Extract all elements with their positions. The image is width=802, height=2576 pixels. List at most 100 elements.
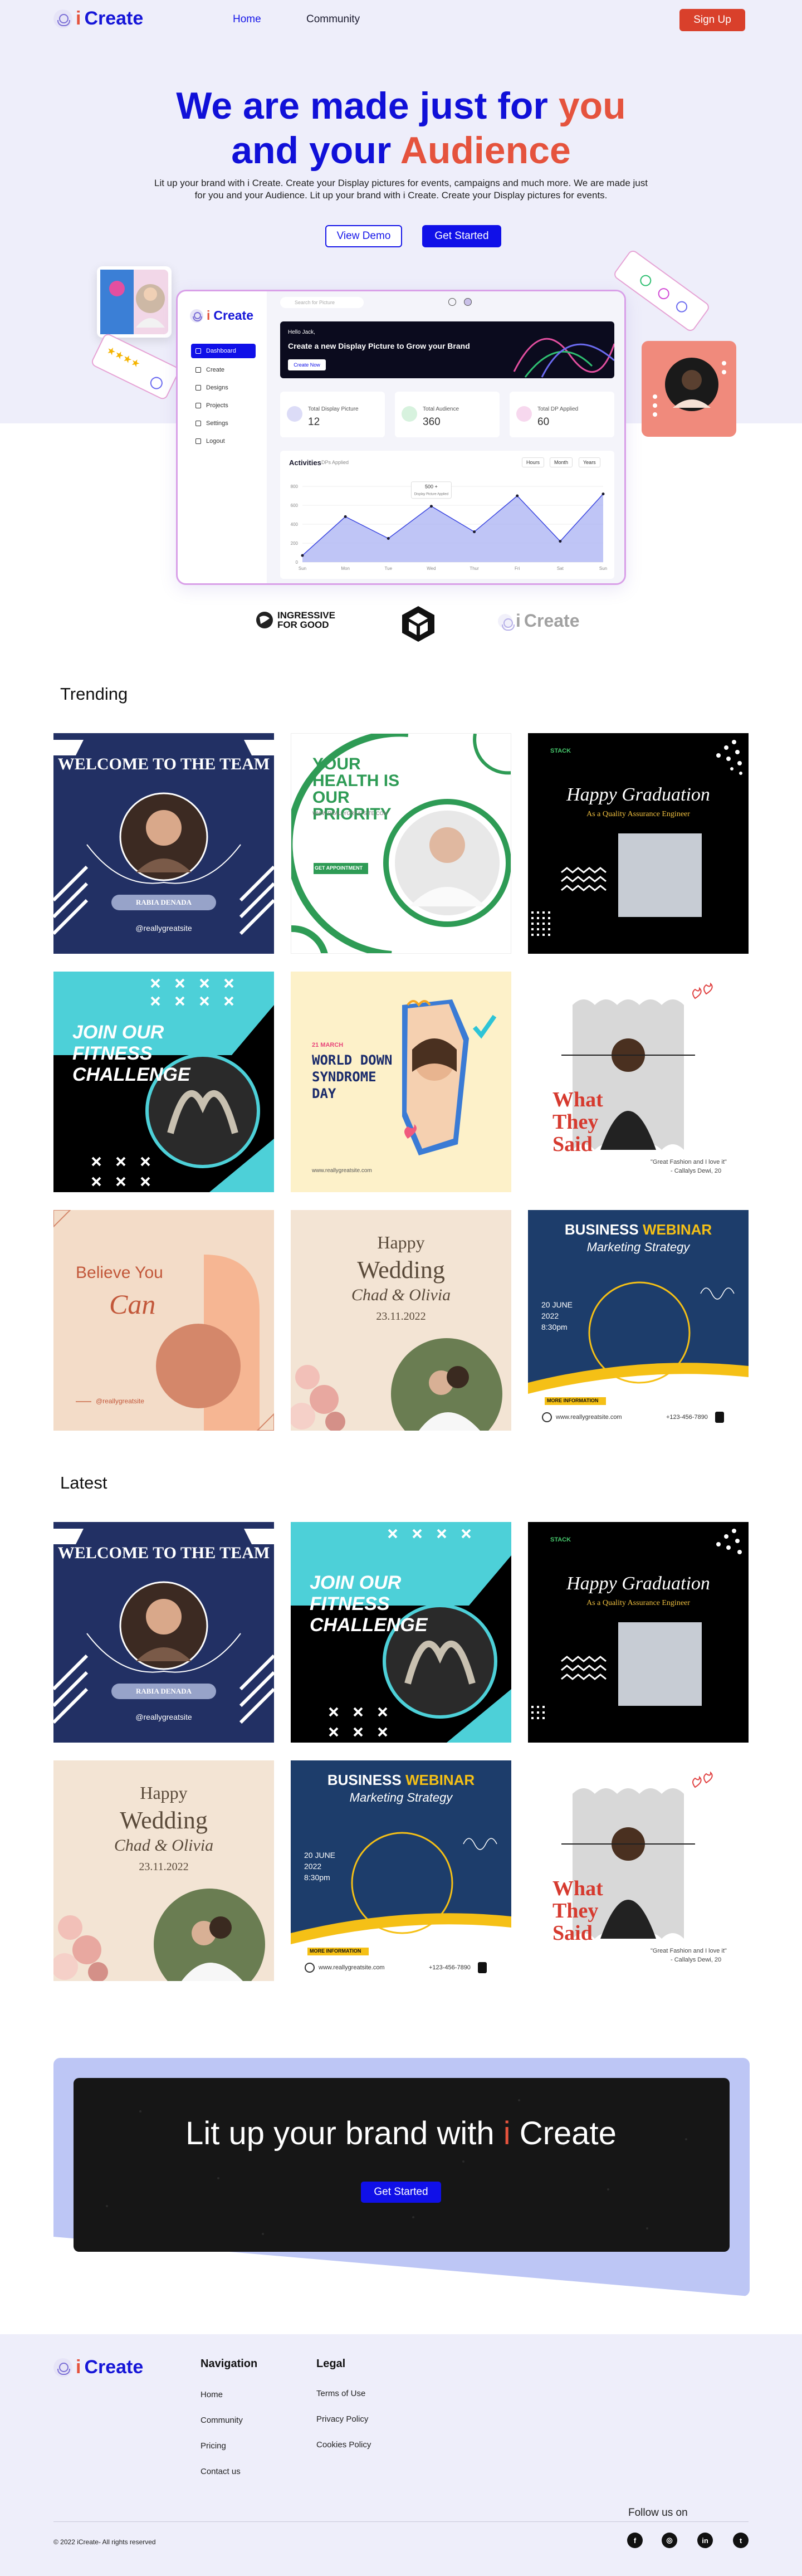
- logo-i: i: [76, 8, 81, 29]
- sidebar-item-settings[interactable]: Settings: [191, 416, 256, 431]
- template-down-syndrome[interactable]: 21 MARCH WORLD DOWN SYNDROME DAY www.rea…: [291, 972, 511, 1192]
- believe-handle: @reallygreatsite: [96, 1397, 144, 1405]
- chart-subtitle: DPs Applied: [321, 460, 349, 465]
- template-wedding[interactable]: Happy Wedding Chad & Olivia 23.11.2022: [291, 1210, 511, 1431]
- y-tick-label: 600: [291, 503, 299, 508]
- chart-point: [473, 530, 476, 534]
- webinar-phone: +123-456-7890: [666, 1414, 708, 1421]
- logo-i: i: [516, 611, 521, 631]
- webinar-more: MORE INFORMATION: [547, 1398, 599, 1403]
- brand-logo[interactable]: i Create: [53, 8, 143, 30]
- footer-link-privacy[interactable]: Privacy Policy: [316, 2414, 368, 2424]
- welcome-name: RABIA DENADA: [135, 1687, 192, 1695]
- dashboard-sidebar: i Create Dashboard Create Designs Projec…: [178, 291, 267, 583]
- graduation-subtitle: As a Quality Assurance Engineer: [586, 1599, 690, 1607]
- template-health[interactable]: YOUR HEALTH IS OUR PRIORITY WWW.REALLYGR…: [291, 733, 511, 954]
- chart-point: [344, 515, 347, 518]
- template-testimonial[interactable]: What They Said "Great Fashion and I love…: [528, 972, 749, 1192]
- chart-point: [516, 494, 519, 497]
- sidebar-item-projects[interactable]: Projects: [191, 398, 256, 413]
- cta-title-part: Create: [519, 2115, 617, 2151]
- hero-title-accent: you: [558, 85, 626, 127]
- chart-point: [387, 537, 390, 540]
- notification-icon[interactable]: [448, 298, 456, 306]
- template-graduation[interactable]: STACK Happy Graduation As a Quality Assu…: [528, 733, 749, 954]
- photo-collage-graphic: [100, 270, 168, 334]
- stat-label: Total Display Picture: [308, 406, 359, 412]
- footer-divider: [53, 2521, 749, 2522]
- testimonial-author: - Callalys Dewi, 20: [671, 1168, 722, 1174]
- footer-link-home[interactable]: Home: [200, 2390, 223, 2399]
- webinar-subtitle: Marketing Strategy: [586, 1240, 690, 1254]
- webinar-url: www.reallygreatsite.com: [319, 1964, 385, 1971]
- trending-title: Trending: [60, 684, 128, 704]
- facebook-icon[interactable]: f: [627, 2533, 643, 2548]
- cta-title-part: Lit up your brand with: [185, 2115, 495, 2151]
- welcome-title: WELCOME TO THE TEAM: [57, 1544, 270, 1562]
- footer-link-pricing[interactable]: Pricing: [200, 2441, 226, 2451]
- tab-years[interactable]: Years: [579, 457, 600, 467]
- footer-logo[interactable]: i Create: [53, 2357, 143, 2378]
- picture-icon: [287, 406, 302, 422]
- dashboard-icon: [195, 348, 201, 354]
- dashboard-search-input[interactable]: Search for Picture: [280, 297, 364, 308]
- latest-title: Latest: [60, 1473, 107, 1492]
- partner-icreate: i Create: [498, 611, 580, 631]
- tooltip-value: 500 +: [425, 484, 438, 490]
- believe-title: Believe You: [76, 1263, 163, 1282]
- logout-icon: [195, 438, 201, 444]
- webinar-phone: +123-456-7890: [429, 1964, 471, 1971]
- template-testimonial[interactable]: What They Said "Great Fashion and I love…: [528, 1760, 749, 1981]
- footer-link-cookies[interactable]: Cookies Policy: [316, 2440, 371, 2450]
- tab-hours[interactable]: Hours: [522, 457, 545, 467]
- instagram-icon[interactable]: ◎: [662, 2533, 677, 2548]
- twitter-icon[interactable]: t: [733, 2533, 749, 2548]
- linkedin-icon[interactable]: in: [697, 2533, 713, 2548]
- x-tick-label: Sun: [599, 566, 607, 571]
- hero-title: We are made just for you and your Audien…: [0, 84, 802, 173]
- cta-panel: [74, 2078, 730, 2252]
- chart-point: [602, 492, 605, 496]
- sidebar-item-dashboard[interactable]: Dashboard: [191, 344, 256, 358]
- nav-link-community[interactable]: Community: [306, 13, 360, 26]
- template-welcome[interactable]: WELCOME TO THE TEAM RABIA DENADA @really…: [53, 1522, 274, 1743]
- logo-word: Create: [524, 611, 580, 631]
- fitness-title: JOIN OUR FITNESS CHALLENGE: [72, 1022, 190, 1085]
- health-url: WWW.REALLYGREATSITE.COM: [312, 811, 388, 816]
- template-fitness[interactable]: JOIN OUR FITNESS CHALLENGE: [291, 1522, 511, 1743]
- template-believe[interactable]: Believe You Can @reallygreatsite: [53, 1210, 274, 1431]
- cta-get-started-button[interactable]: Get Started: [361, 2182, 441, 2203]
- signup-button[interactable]: Sign Up: [679, 9, 745, 31]
- template-graduation[interactable]: STACK Happy Graduation As a Quality Assu…: [528, 1522, 749, 1743]
- health-button: GET APPOINTMENT: [315, 865, 363, 871]
- template-fitness[interactable]: JOIN OUR FITNESS CHALLENGE: [53, 972, 274, 1192]
- svg-text:★★★★: ★★★★: [105, 344, 142, 370]
- footer-link-contact[interactable]: Contact us: [200, 2467, 241, 2476]
- wedding-happy: Happy: [140, 1783, 188, 1803]
- testimonial-quote: "Great Fashion and I love it": [651, 1159, 727, 1165]
- template-webinar[interactable]: BUSINESS WEBINAR Marketing Strategy 20 J…: [528, 1210, 749, 1431]
- applied-icon: [516, 406, 532, 422]
- partner-ingressive-text: INGRESSIVE FOR GOOD: [277, 611, 335, 630]
- sidebar-item-create[interactable]: Create: [191, 363, 256, 377]
- webinar-title: BUSINESS WEBINAR: [528, 1221, 749, 1238]
- graduation-graphic: [531, 740, 742, 936]
- template-welcome[interactable]: WELCOME TO THE TEAM RABIA DENADA @really…: [53, 733, 274, 954]
- view-demo-button[interactable]: View Demo: [325, 225, 402, 247]
- y-tick-label: 400: [291, 522, 299, 527]
- template-webinar[interactable]: BUSINESS WEBINAR Marketing Strategy 20 J…: [291, 1760, 511, 1981]
- footer-link-terms[interactable]: Terms of Use: [316, 2389, 365, 2398]
- nav-link-home[interactable]: Home: [233, 13, 261, 26]
- activities-chart: Activities DPs Applied Hours Month Years…: [280, 451, 614, 579]
- hero-title-accent: Audience: [400, 129, 571, 172]
- footer-link-community[interactable]: Community: [200, 2416, 243, 2425]
- sidebar-item-designs[interactable]: Designs: [191, 380, 256, 395]
- graduation-label: STACK: [550, 1536, 571, 1543]
- avatar[interactable]: [464, 298, 472, 306]
- sidebar-item-logout[interactable]: Logout: [191, 434, 256, 448]
- sand-texture-graphic: [106, 2099, 687, 2235]
- template-wedding[interactable]: Happy Wedding Chad & Olivia 23.11.2022: [53, 1760, 274, 1981]
- create-now-button[interactable]: Create Now: [288, 359, 326, 370]
- tab-month[interactable]: Month: [550, 457, 573, 467]
- get-started-button[interactable]: Get Started: [422, 225, 501, 247]
